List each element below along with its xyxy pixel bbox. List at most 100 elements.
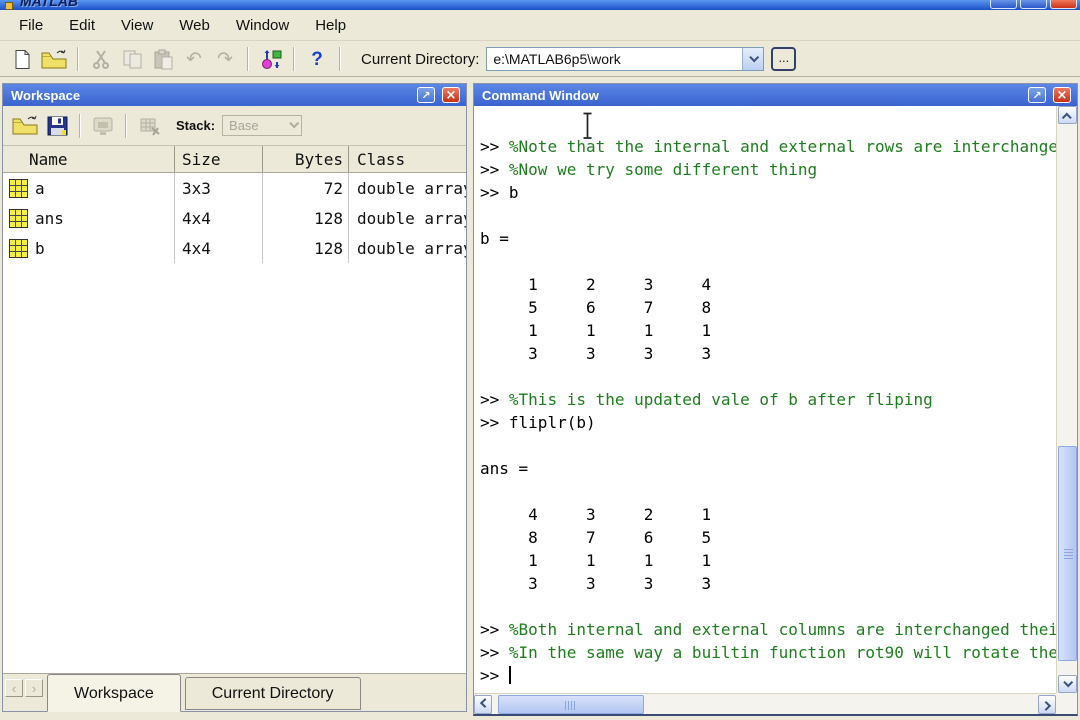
new-document-icon[interactable] [10,46,34,72]
browse-directory-button[interactable]: ... [771,47,797,71]
paste-icon[interactable] [151,46,175,72]
horizontal-scrollbar[interactable] [474,693,1056,714]
toolbar-separator [247,47,249,71]
cut-icon[interactable] [89,46,113,72]
output-text: 1 1 1 1 [480,321,712,340]
undock-icon[interactable]: ↗ [417,87,435,103]
command-line: b = [480,227,1056,250]
command-line [480,595,1056,618]
tab-current-directory[interactable]: Current Directory [184,677,361,710]
command-line: >> %Now we try some different thing [480,158,1056,181]
prompt: >> [480,413,509,432]
tab-scroll-left-icon[interactable]: ‹ [5,679,23,697]
workspace-titlebar[interactable]: Workspace ↗ × [3,84,466,106]
prompt: >> [480,643,509,662]
window-titlebar: MATLAB [0,0,1080,10]
help-icon[interactable]: ? [305,46,329,72]
command-line [480,480,1056,503]
menu-item-file[interactable]: File [8,12,54,39]
scroll-right-icon[interactable] [1038,695,1056,714]
column-header-name[interactable]: Name [3,146,175,172]
chevron-down-icon [749,51,760,62]
table-row[interactable]: a 3x3 72 double array [3,173,466,203]
maximize-button[interactable] [1020,0,1047,9]
vertical-scrollbar[interactable] [1056,106,1077,693]
command-line: 4 3 2 1 [480,503,1056,526]
command-line: ans = [480,457,1056,480]
command-line [480,434,1056,457]
current-directory-label: Current Directory: [361,50,480,68]
menu-item-window[interactable]: Window [225,12,300,39]
command-window-panel: Command Window ↗ × >> %Note that the int… [473,83,1078,716]
command-window-title: Command Window [482,87,599,103]
menu-item-web[interactable]: Web [168,12,221,39]
output-text: 5 6 7 8 [480,298,712,317]
command-line: >> %In the same way a builtin function r… [480,641,1056,664]
copy-icon[interactable] [120,46,144,72]
stack-label: Stack: [176,118,216,133]
delete-variable-icon[interactable] [137,113,161,139]
variable-size-cell: 4x4 [175,203,263,233]
scroll-down-icon[interactable] [1058,675,1077,693]
table-row[interactable]: b 4x4 128 double array [3,233,466,263]
redo-icon[interactable]: ↷ [213,46,237,72]
column-header-class[interactable]: Class [349,146,466,172]
tabs-container: Workspace Current Directory [43,674,361,712]
command-line [480,204,1056,227]
workspace-table-header[interactable]: Name Size Bytes Class [3,146,466,173]
menu-item-edit[interactable]: Edit [58,12,106,39]
simulink-icon[interactable] [259,46,283,72]
output-text: 1 2 3 4 [480,275,712,294]
main-toolbar: ↶ ↷ ? Current Directory: e:\MATLAB6p5\wo… [0,42,1080,77]
command-window-titlebar[interactable]: Command Window ↗ × [474,84,1077,106]
close-icon[interactable]: × [1053,87,1071,103]
current-directory-value[interactable]: e:\MATLAB6p5\work [487,48,742,70]
command-text-area[interactable]: >> %Note that the internal and external … [474,106,1056,693]
current-directory-combobox[interactable]: e:\MATLAB6p5\work [486,47,765,71]
variable-bytes-cell: 128 [263,203,349,233]
open-folder-icon[interactable] [41,46,67,72]
command-line: >> [480,664,1056,687]
undo-icon[interactable]: ↶ [182,46,206,72]
scroll-left-icon[interactable] [474,695,492,714]
prompt: >> [480,620,509,639]
workspace-table: Name Size Bytes Class a 3x3 72 double array ans… [3,146,466,673]
i-beam-cursor [582,112,593,146]
scroll-up-icon[interactable] [1058,106,1077,124]
output-text: 8 7 6 5 [480,528,712,547]
workspace-toolbar: Stack: Base [3,106,466,146]
command-line: 3 3 3 3 [480,572,1056,595]
workspace-panel: Workspace ↗ × Stack: Base Name Size Bytes C… [2,83,467,712]
menu-item-help[interactable]: Help [304,12,357,39]
menu-item-view[interactable]: View [110,12,164,39]
stack-select[interactable]: Base [222,115,303,136]
output-text: b = [480,229,509,248]
toolbar-separator [293,47,295,71]
combobox-dropdown-button[interactable] [742,48,764,70]
tab-workspace[interactable]: Workspace [47,674,181,712]
command-window-content[interactable]: >> %Note that the internal and external … [474,106,1077,714]
open-folder-icon[interactable] [12,113,38,139]
plot-variable-icon[interactable] [91,113,115,139]
save-icon[interactable] [45,113,69,139]
vertical-scroll-thumb[interactable] [1058,446,1077,661]
variable-bytes-cell: 72 [263,173,349,203]
tab-scroll-right-icon[interactable]: › [25,679,43,697]
stack-value: Base [229,118,259,133]
column-header-bytes[interactable]: Bytes [263,146,349,172]
prompt: >> [480,183,509,202]
table-row[interactable]: ans 4x4 128 double array [3,203,466,233]
minimize-button[interactable] [990,0,1017,9]
close-button[interactable] [1050,0,1077,9]
command-line [480,250,1056,273]
horizontal-scroll-thumb[interactable] [498,695,644,714]
command-line: 1 2 3 4 [480,273,1056,296]
column-header-size[interactable]: Size [175,146,263,172]
workspace-panel-title: Workspace [11,87,81,103]
close-icon[interactable]: × [442,87,460,103]
undock-icon[interactable]: ↗ [1028,87,1046,103]
output-text: 3 3 3 3 [480,344,712,363]
workspace-tabbar: ‹ › Workspace Current Directory [3,673,466,712]
comment-text: %Both internal and external columns are … [508,620,1056,639]
variable-name-cell: a [3,173,175,203]
